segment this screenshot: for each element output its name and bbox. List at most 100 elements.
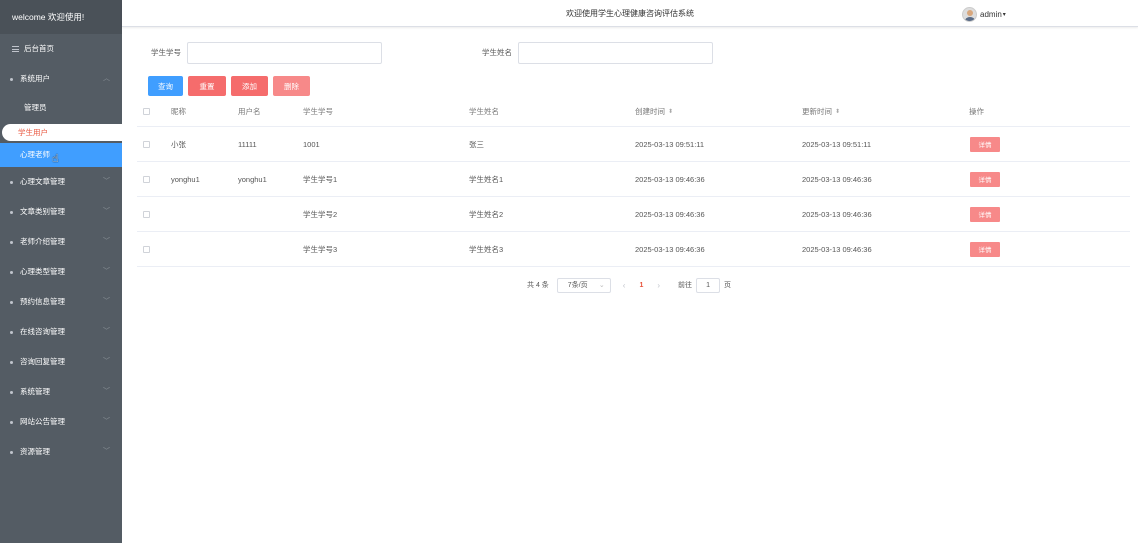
total-count: 共 4 条 (527, 282, 549, 289)
column-header-updated[interactable]: 更新时间 ⬍ (802, 97, 840, 126)
sidebar-item-label: 资源管理 (20, 447, 50, 456)
sidebar-item-psych-type[interactable]: 心理类型管理 ﹀ (0, 257, 122, 287)
sidebar-item-resources[interactable]: 资源管理 ﹀ (0, 437, 122, 467)
sidebar-subitem-student-users[interactable]: 学生用户 (2, 124, 122, 141)
cell-student-id: 学生学号3 (303, 244, 338, 254)
cell-updated: 2025-03-13 09:46:36 (802, 174, 872, 184)
sidebar-item-label: 后台首页 (24, 44, 54, 53)
cell-updated: 2025-03-13 09:46:36 (802, 244, 872, 254)
chevron-down-icon[interactable]: ▾ (1003, 11, 1006, 18)
detail-button[interactable]: 详情 (970, 171, 1000, 187)
chevron-down-icon: ⌄ (598, 281, 605, 289)
bullet-icon (10, 211, 13, 214)
sidebar-item-online-consult[interactable]: 在线咨询管理 ﹀ (0, 317, 122, 347)
sidebar-item-article-management[interactable]: 心理文章管理 ﹀ (0, 167, 122, 197)
user-menu[interactable]: admin ▾ (962, 6, 1006, 22)
row-checkbox[interactable] (143, 197, 150, 231)
sidebar-subitem-admin[interactable]: 管理员 (0, 94, 122, 122)
cell-created: 2025-03-13 09:46:36 (635, 209, 705, 219)
bullet-icon (10, 451, 13, 454)
bullet-icon (10, 331, 13, 334)
column-header-nickname: 昵称 (171, 107, 186, 116)
query-button[interactable]: 查询 (148, 76, 183, 96)
student-id-input[interactable] (187, 42, 382, 64)
sidebar-item-teacher-intro[interactable]: 老师介绍管理 ﹀ (0, 227, 122, 257)
column-header-label: 创建时间 (635, 107, 665, 116)
cell-student-name: 学生姓名2 (469, 209, 504, 219)
chevron-up-icon: ︿ (103, 75, 110, 82)
sidebar-item-home[interactable]: 后台首页 (0, 34, 122, 64)
detail-button[interactable]: 详情 (970, 206, 1000, 222)
sort-icon[interactable]: ⬍ (835, 109, 840, 115)
cell-student-id: 1001 (303, 139, 320, 149)
goto-page-input[interactable]: 1 (696, 277, 721, 293)
cell-student-name: 学生姓名3 (469, 244, 504, 254)
reset-button[interactable]: 重置 (188, 76, 226, 96)
sidebar-item-label: 预约信息管理 (20, 297, 65, 306)
cell-student-id: 学生学号1 (303, 174, 338, 184)
page-size-value: 7条/页 (567, 281, 588, 289)
student-id-label: 学生学号 (151, 48, 181, 57)
chevron-down-icon: ﹀ (103, 388, 110, 395)
avatar[interactable] (962, 6, 977, 22)
chevron-down-icon: ﹀ (103, 238, 110, 245)
sidebar-item-label: 老师介绍管理 (20, 237, 65, 246)
detail-button[interactable]: 详情 (970, 136, 1000, 152)
table-row: 学生学号2 学生姓名2 2025-03-13 09:46:36 2025-03-… (137, 197, 1130, 232)
sidebar-item-label: 咨询回复管理 (20, 357, 65, 366)
student-name-input[interactable] (518, 42, 713, 64)
sidebar-item-article-category[interactable]: 文章类别管理 ﹀ (0, 197, 122, 227)
sidebar-item-label: 心理类型管理 (20, 267, 65, 276)
sidebar-item-system-users[interactable]: 系统用户 ︿ (0, 64, 122, 94)
chevron-down-icon: ﹀ (103, 328, 110, 335)
select-all-checkbox[interactable] (143, 97, 150, 126)
sort-icon[interactable]: ⬍ (668, 109, 673, 115)
page-number-current[interactable]: 1 (639, 282, 643, 289)
bullet-icon (10, 78, 13, 81)
add-button[interactable]: 添加 (231, 76, 268, 96)
cell-student-name: 张三 (469, 139, 484, 149)
row-checkbox[interactable] (143, 127, 150, 161)
row-checkbox[interactable] (143, 162, 150, 196)
chevron-down-icon: ﹀ (103, 208, 110, 215)
detail-button[interactable]: 详情 (970, 241, 1000, 257)
page-size-select[interactable]: 7条/页 ⌄ (556, 277, 611, 293)
column-header-student-id: 学生学号 (303, 107, 333, 116)
sidebar-item-label: 网站公告管理 (20, 417, 65, 426)
cell-student-id: 学生学号2 (303, 209, 338, 219)
cell-created: 2025-03-13 09:46:36 (635, 244, 705, 254)
cell-action: 详情 (970, 127, 1000, 161)
bullet-icon (10, 241, 13, 244)
sidebar-item-consult-reply[interactable]: 咨询回复管理 ﹀ (0, 347, 122, 377)
cell-updated: 2025-03-13 09:51:11 (802, 139, 872, 149)
cell-created: 2025-03-13 09:51:11 (635, 139, 705, 149)
next-page-icon[interactable]: › (657, 281, 660, 290)
sidebar-subitem-teachers[interactable]: 心理老师 ☝ (0, 143, 122, 167)
pagination: 共 4 条 7条/页 ⌄ ‹ 1 › 前往 1 页 (527, 277, 731, 293)
delete-button[interactable]: 删除 (273, 76, 310, 96)
menu-icon (12, 46, 19, 52)
sidebar-item-appointment[interactable]: 预约信息管理 ﹀ (0, 287, 122, 317)
column-header-label: 更新时间 (802, 107, 832, 116)
sidebar-item-announcements[interactable]: 网站公告管理 ﹀ (0, 407, 122, 437)
welcome-text: welcome 欢迎使用! (0, 0, 122, 34)
chevron-down-icon: ﹀ (103, 448, 110, 455)
table-row: yonghu1 yonghu1 学生学号1 学生姓名1 2025-03-13 0… (137, 162, 1130, 197)
bullet-icon (10, 181, 13, 184)
sidebar-item-label: 系统管理 (20, 387, 50, 396)
chevron-down-icon: ﹀ (103, 418, 110, 425)
chevron-down-icon: ﹀ (103, 268, 110, 275)
column-header-created[interactable]: 创建时间 ⬍ (635, 97, 673, 126)
column-header-username: 用户名 (238, 107, 261, 116)
cell-action: 详情 (970, 197, 1000, 231)
sidebar: welcome 欢迎使用! 后台首页 系统用户 ︿ 管理员 学生用户 心理老师 … (0, 0, 122, 543)
prev-page-icon[interactable]: ‹ (623, 281, 626, 290)
goto-label: 前往 (678, 282, 693, 289)
bullet-icon (10, 271, 13, 274)
bullet-icon (10, 421, 13, 424)
username[interactable]: admin (980, 10, 1002, 19)
sidebar-item-system-management[interactable]: 系统管理 ﹀ (0, 377, 122, 407)
row-checkbox[interactable] (143, 232, 150, 266)
sidebar-item-label: 文章类别管理 (20, 207, 65, 216)
page-unit-label: 页 (724, 282, 732, 289)
